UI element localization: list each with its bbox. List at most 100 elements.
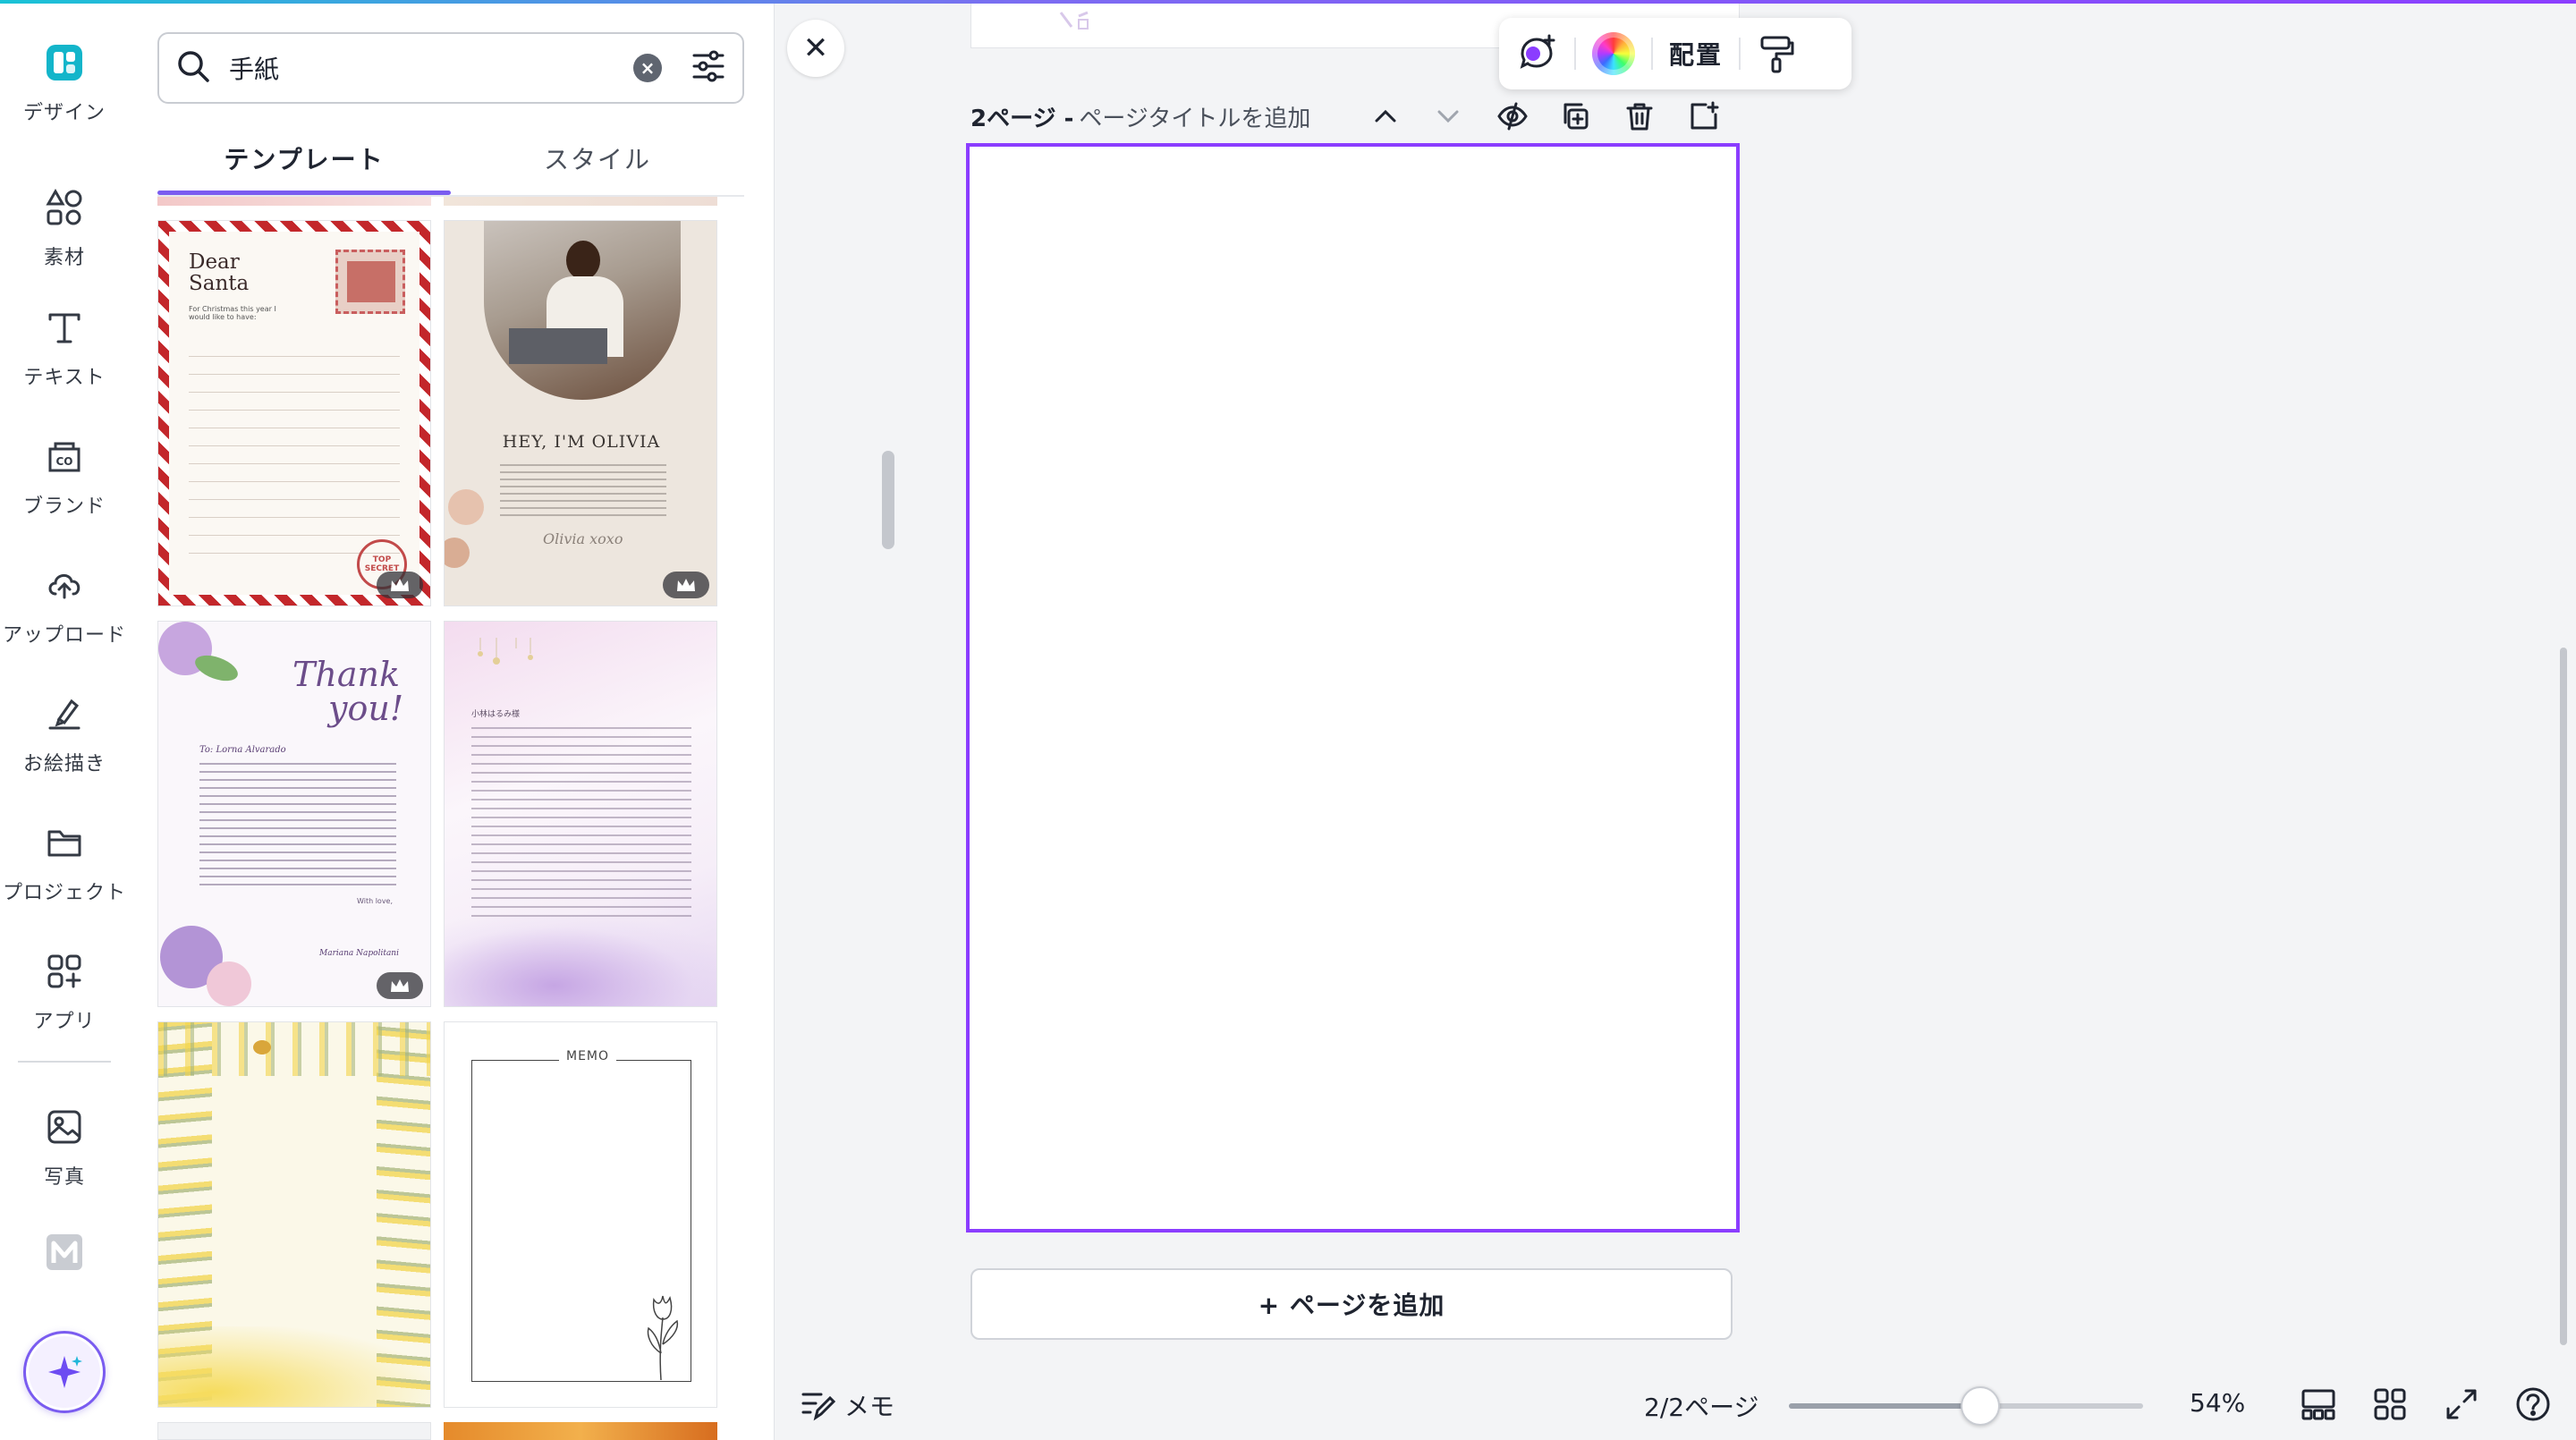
template-partial-2[interactable] xyxy=(444,197,717,206)
toolbar-separator xyxy=(1739,38,1741,70)
magic-assistant-button[interactable] xyxy=(23,1331,106,1413)
rail-label: プロジェクト xyxy=(2,882,126,904)
tab-templates[interactable]: テンプレート xyxy=(157,125,451,195)
help-icon[interactable] xyxy=(2512,1383,2555,1426)
tab-styles[interactable]: スタイル xyxy=(451,125,744,191)
thank-you-recipient: To: Lorna Alvarado xyxy=(199,745,286,755)
olivia-signature: Olivia xoxo xyxy=(543,530,623,547)
santa-lines xyxy=(189,339,400,554)
violet-flower-icon xyxy=(158,908,269,1006)
memo-title: MEMO xyxy=(559,1049,617,1063)
search-icon xyxy=(174,47,213,89)
rail-divider xyxy=(18,1061,111,1063)
rail-item-design[interactable]: デザイン xyxy=(0,39,129,156)
zoom-value[interactable]: 54% xyxy=(2190,1388,2245,1418)
rail-item-projects[interactable]: プロジェクト xyxy=(0,819,129,936)
thank-you-title: Thank you! xyxy=(292,655,404,728)
left-rail: デザイン 素材 テキスト CO ブランド アップロード お絵描き プロジェクト xyxy=(0,0,129,1440)
search-box[interactable]: 手紙 × xyxy=(157,32,744,104)
page-number: 2ページ - xyxy=(970,105,1074,132)
templates-panel: 手紙 × テンプレート スタイル Dear Santa For Christma… xyxy=(129,0,894,1440)
premium-crown-icon xyxy=(377,972,423,999)
thank-you-closing: With love, xyxy=(357,897,394,905)
toolbar-separator xyxy=(1574,38,1576,70)
sparkle-icon xyxy=(29,1336,100,1408)
color-picker-button[interactable] xyxy=(1592,32,1635,75)
rail-item-text[interactable]: テキスト xyxy=(0,304,129,420)
text-icon xyxy=(41,304,88,351)
panel-scrollbar[interactable] xyxy=(882,451,894,549)
rail-label: テキスト xyxy=(23,367,106,389)
app-m-logo-icon xyxy=(41,1229,88,1275)
page-header: 2ページ - ページタイトルを追加 xyxy=(970,97,1749,136)
zoom-slider-handle[interactable] xyxy=(1960,1386,2000,1426)
design-icon xyxy=(41,39,88,86)
filter-icon[interactable] xyxy=(689,47,728,89)
postage-stamp-icon xyxy=(335,250,405,314)
premium-crown-icon xyxy=(663,572,709,598)
chevron-down-icon[interactable] xyxy=(1428,97,1468,136)
duplicate-page-icon[interactable] xyxy=(1555,97,1595,136)
olivia-body-text xyxy=(500,464,666,518)
rail-item-photos[interactable]: 写真 xyxy=(0,1104,129,1220)
rail-item-upload[interactable]: アップロード xyxy=(0,562,129,678)
template-partial-4[interactable] xyxy=(444,1422,717,1440)
pages-view-icon[interactable] xyxy=(2297,1383,2340,1426)
mimosa-top-branch xyxy=(158,1022,430,1076)
elements-icon xyxy=(41,184,88,231)
canvas-scrollbar[interactable] xyxy=(2560,648,2567,1345)
close-panel-button[interactable]: ✕ xyxy=(787,20,844,77)
santa-title: Dear Santa xyxy=(189,250,250,295)
notes-icon xyxy=(800,1387,844,1423)
clear-search-button[interactable]: × xyxy=(633,54,662,82)
rail-item-apps[interactable]: アプリ xyxy=(0,948,129,1064)
close-icon: ✕ xyxy=(802,30,829,66)
template-pastel-letter[interactable]: 小林はるみ様 xyxy=(444,621,717,1007)
rose-flower-icon xyxy=(445,480,493,588)
trash-icon[interactable] xyxy=(1620,97,1659,136)
pastel-body xyxy=(471,727,691,924)
notes-button[interactable]: メモ xyxy=(800,1385,894,1426)
template-hey-im-olivia[interactable]: HEY, I'M OLIVIA Olivia xoxo xyxy=(444,220,717,606)
template-partial-3[interactable] xyxy=(157,1422,431,1440)
page-count[interactable]: 2/2ページ xyxy=(1644,1388,1759,1424)
rail-item-elements[interactable]: 素材 xyxy=(0,184,129,301)
template-mimosa-frame[interactable] xyxy=(157,1021,431,1408)
rail-label: 写真 xyxy=(43,1166,85,1189)
zoom-slider[interactable] xyxy=(1789,1386,2143,1426)
search-input[interactable]: 手紙 xyxy=(229,50,633,86)
apps-icon xyxy=(41,948,88,995)
page-title-input[interactable]: ページタイトルを追加 xyxy=(1079,100,1310,133)
arrange-button[interactable]: 配置 xyxy=(1669,36,1723,72)
template-thank-you-floral[interactable]: Thank you! To: Lorna Alvarado With love,… xyxy=(157,621,431,1007)
paint-roller-icon[interactable] xyxy=(1757,34,1796,73)
photo-icon xyxy=(41,1104,88,1150)
add-page-icon[interactable] xyxy=(1684,97,1724,136)
notes-label: メモ xyxy=(844,1392,895,1421)
top-accent-bar xyxy=(0,0,2576,4)
rail-label: アップロード xyxy=(2,624,126,647)
rail-label: 素材 xyxy=(43,247,85,269)
rail-item-app-m[interactable] xyxy=(0,1229,129,1275)
thank-you-sender: Mariana Napolitani xyxy=(319,949,399,958)
hide-page-icon[interactable] xyxy=(1493,97,1532,136)
previous-page-deco xyxy=(1052,9,1106,39)
rail-label: ブランド xyxy=(22,496,106,518)
comment-add-icon[interactable] xyxy=(1515,32,1558,75)
rail-item-brand[interactable]: CO ブランド xyxy=(0,433,129,549)
add-page-button[interactable]: + ページを追加 xyxy=(970,1268,1733,1340)
fullscreen-icon[interactable] xyxy=(2440,1383,2483,1426)
template-dear-santa[interactable]: Dear Santa For Christmas this year I wou… xyxy=(157,220,431,606)
bee-icon xyxy=(253,1040,271,1055)
rail-label: アプリ xyxy=(33,1011,96,1033)
rail-item-draw[interactable]: お絵描き xyxy=(0,690,129,807)
panel-tabs: テンプレート スタイル xyxy=(157,125,744,195)
template-memo-tulip[interactable]: MEMO xyxy=(444,1021,717,1408)
template-partial-1[interactable] xyxy=(157,197,431,206)
pastel-greeting: 小林はるみ様 xyxy=(471,710,521,719)
mimosa-watercolor xyxy=(158,1326,430,1407)
brand-icon: CO xyxy=(41,433,88,479)
chevron-up-icon[interactable] xyxy=(1366,97,1405,136)
grid-view-icon[interactable] xyxy=(2368,1383,2411,1426)
design-page-canvas[interactable] xyxy=(966,143,1740,1232)
